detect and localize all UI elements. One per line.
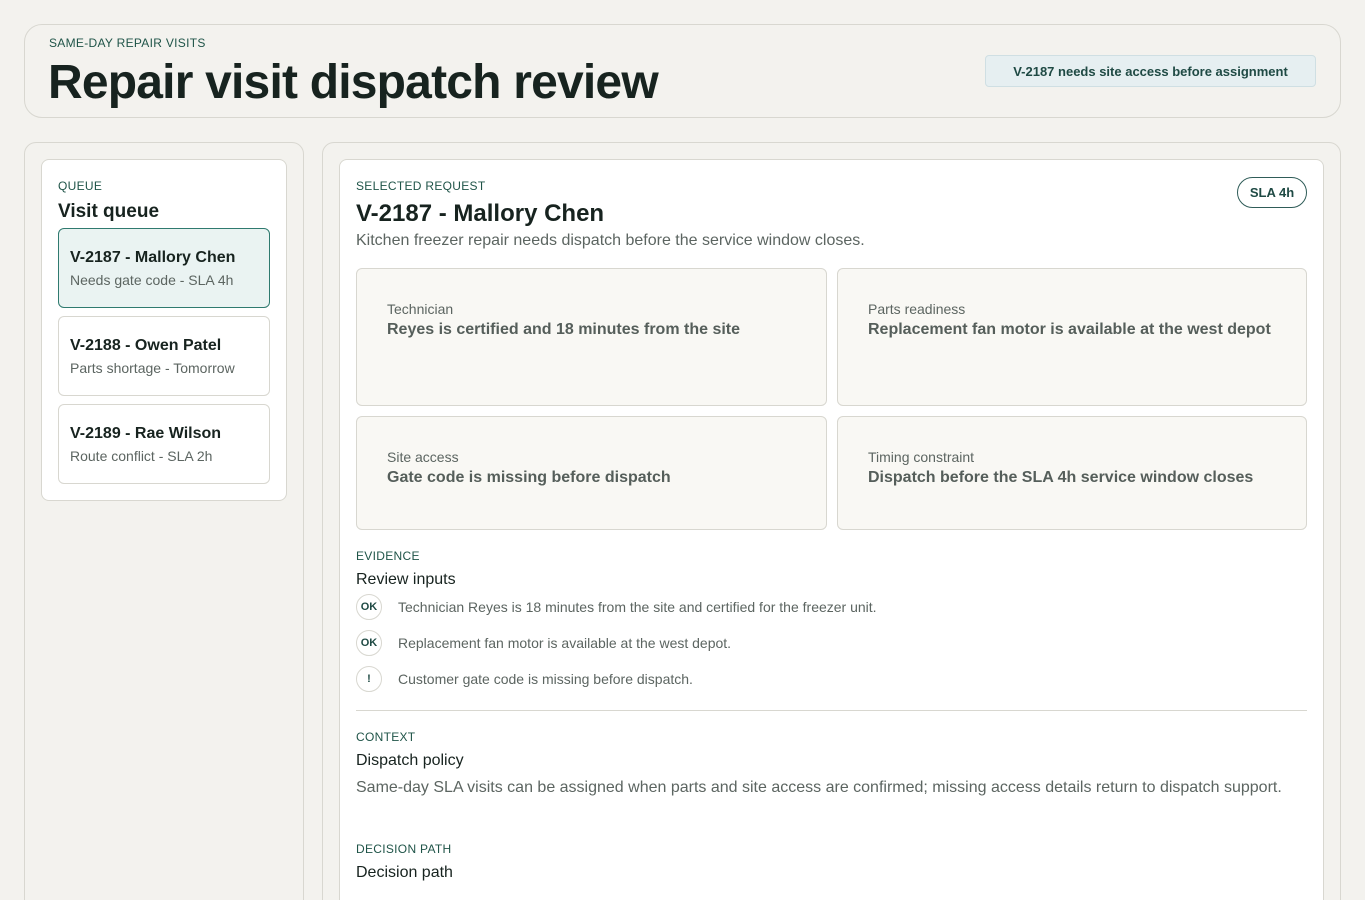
card-value: Reyes is certified and 18 minutes from t… xyxy=(387,321,741,338)
timing-constraint-card: Timing constraint Dispatch before the SL… xyxy=(837,416,1307,530)
warning-icon: ! xyxy=(356,666,382,692)
page-header: SAME-DAY REPAIR VISITS Repair visit disp… xyxy=(24,24,1341,118)
dispatch-policy-text: Same-day SLA visits can be assigned when… xyxy=(356,779,1282,796)
ok-check-icon: OK xyxy=(356,630,382,656)
selected-request-eyebrow: SELECTED REQUEST xyxy=(356,179,486,193)
evidence-text: Replacement fan motor is available at th… xyxy=(398,635,732,651)
context-title: Dispatch policy xyxy=(356,752,464,769)
queue-item-subtitle: Route conflict - SLA 2h xyxy=(70,448,213,464)
evidence-text: Customer gate code is missing before dis… xyxy=(398,671,693,687)
queue-item-v2189[interactable]: V-2189 - Rae Wilson Route conflict - SLA… xyxy=(58,404,270,484)
queue-title: Visit queue xyxy=(58,201,160,222)
ok-check-icon: OK xyxy=(356,594,382,620)
detail-column: SELECTED REQUEST V-2187 - Mallory Chen K… xyxy=(322,142,1341,900)
page-title: Repair visit dispatch review xyxy=(48,56,659,109)
queue-item-v2187[interactable]: V-2187 - Mallory Chen Needs gate code - … xyxy=(58,228,270,308)
card-value: Gate code is missing before dispatch xyxy=(387,469,671,486)
queue-item-title: V-2187 - Mallory Chen xyxy=(70,249,236,266)
evidence-item: OK Technician Reyes is 18 minutes from t… xyxy=(356,594,877,620)
decision-title: Decision path xyxy=(356,864,453,881)
card-label: Timing constraint xyxy=(868,449,975,465)
request-detail-panel: SELECTED REQUEST V-2187 - Mallory Chen K… xyxy=(339,159,1324,900)
queue-item-title: V-2189 - Rae Wilson xyxy=(70,425,222,442)
section-divider xyxy=(356,710,1307,711)
queue-item-title: V-2188 - Owen Patel xyxy=(70,337,222,354)
card-label: Parts readiness xyxy=(868,301,966,317)
site-access-card: Site access Gate code is missing before … xyxy=(356,416,827,530)
request-description: Kitchen freezer repair needs dispatch be… xyxy=(356,232,865,249)
queue-item-subtitle: Parts shortage - Tomorrow xyxy=(70,360,235,376)
queue-column: QUEUE Visit queue V-2187 - Mallory Chen … xyxy=(24,142,304,900)
queue-item-subtitle: Needs gate code - SLA 4h xyxy=(70,272,234,288)
evidence-item: OK Replacement fan motor is available at… xyxy=(356,630,731,656)
card-label: Site access xyxy=(387,449,459,465)
queue-item-v2188[interactable]: V-2188 - Owen Patel Parts shortage - Tom… xyxy=(58,316,270,396)
queue-eyebrow: QUEUE xyxy=(58,179,103,193)
card-value: Dispatch before the SLA 4h service windo… xyxy=(868,469,1254,486)
card-value: Replacement fan motor is available at th… xyxy=(868,321,1271,338)
context-eyebrow: CONTEXT xyxy=(356,730,416,744)
evidence-item: ! Customer gate code is missing before d… xyxy=(356,666,693,692)
sla-badge: SLA 4h xyxy=(1237,177,1307,208)
evidence-title: Review inputs xyxy=(356,571,456,588)
access-alert-banner: V-2187 needs site access before assignme… xyxy=(985,55,1316,87)
visit-queue-panel: QUEUE Visit queue V-2187 - Mallory Chen … xyxy=(41,159,287,501)
header-eyebrow: SAME-DAY REPAIR VISITS xyxy=(49,36,206,50)
decision-eyebrow: DECISION PATH xyxy=(356,842,452,856)
technician-card: Technician Reyes is certified and 18 min… xyxy=(356,268,827,406)
evidence-eyebrow: EVIDENCE xyxy=(356,549,420,563)
evidence-text: Technician Reyes is 18 minutes from the … xyxy=(398,599,877,615)
parts-readiness-card: Parts readiness Replacement fan motor is… xyxy=(837,268,1307,406)
request-title: V-2187 - Mallory Chen xyxy=(356,200,605,227)
card-label: Technician xyxy=(387,301,454,317)
